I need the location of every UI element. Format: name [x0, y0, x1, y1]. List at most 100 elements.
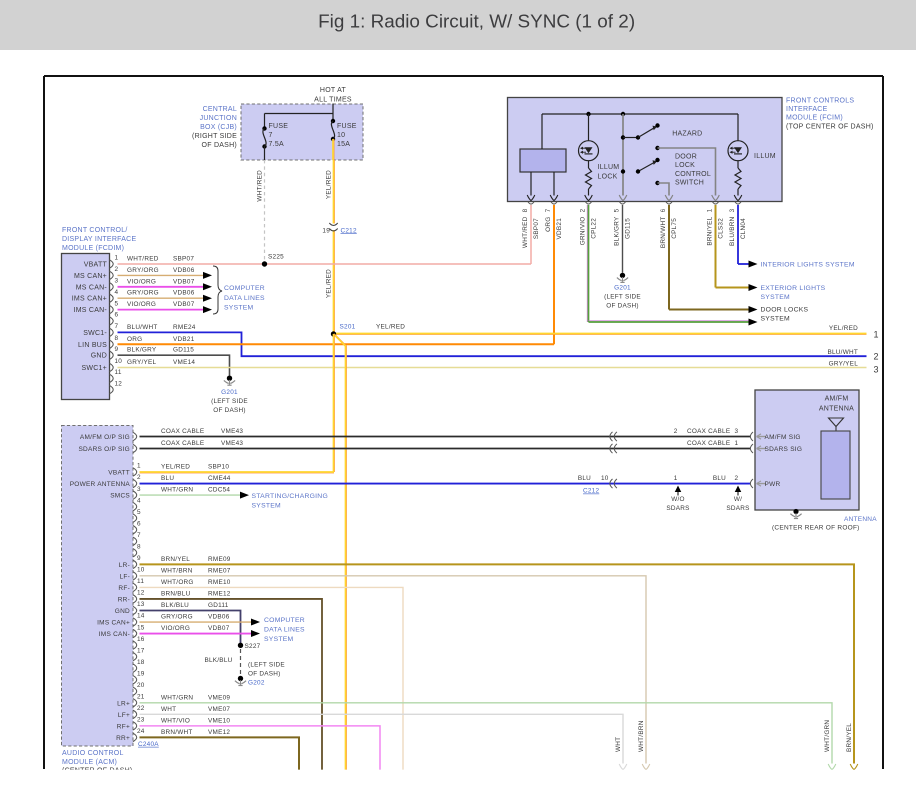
svg-text:VDB06: VDB06: [173, 267, 195, 274]
svg-text:BRN/WHT: BRN/WHT: [660, 217, 667, 249]
svg-text:COAX CABLE: COAX CABLE: [687, 428, 730, 435]
svg-text:COAX CABLE: COAX CABLE: [161, 440, 204, 447]
svg-text:WHT/RED: WHT/RED: [257, 170, 264, 202]
svg-text:GRY/ORG: GRY/ORG: [127, 290, 159, 297]
svg-text:C212: C212: [341, 227, 357, 234]
svg-text:BLK/GRY: BLK/GRY: [614, 216, 621, 246]
svg-text:3: 3: [735, 428, 739, 435]
svg-text:CME44: CME44: [208, 475, 231, 482]
svg-text:BRN/YEL: BRN/YEL: [707, 216, 714, 245]
svg-text:SWC1-: SWC1-: [83, 330, 107, 337]
svg-text:WHT/ORG: WHT/ORG: [161, 579, 194, 586]
svg-text:ORG: ORG: [127, 336, 142, 343]
svg-text:VDB21: VDB21: [556, 218, 563, 240]
svg-text:(RIGHT SIDE: (RIGHT SIDE: [192, 133, 237, 140]
svg-text:PWR: PWR: [765, 481, 781, 488]
svg-text:7.5A: 7.5A: [269, 141, 284, 148]
svg-text:9: 9: [137, 555, 141, 562]
svg-text:DOOR LOCKS: DOOR LOCKS: [761, 307, 809, 314]
svg-text:WHT/BRN: WHT/BRN: [638, 720, 645, 752]
svg-text:AM/FM O/P SIG: AM/FM O/P SIG: [80, 434, 130, 441]
svg-text:POWER ANTENNA: POWER ANTENNA: [70, 481, 131, 488]
svg-text:11: 11: [115, 369, 122, 376]
svg-text:SDARS: SDARS: [666, 505, 689, 512]
svg-text:S201: S201: [340, 324, 356, 331]
svg-text:WHT/GRN: WHT/GRN: [824, 720, 831, 752]
svg-text:VDB07: VDB07: [208, 625, 230, 632]
svg-text:(LEFT SIDE: (LEFT SIDE: [604, 294, 641, 301]
svg-text:COAX CABLE: COAX CABLE: [687, 440, 730, 447]
svg-text:Fig 1: Radio Circuit, W/ SYNC: Fig 1: Radio Circuit, W/ SYNC (1 of 2): [318, 12, 635, 33]
svg-text:IMS CAN+: IMS CAN+: [97, 620, 130, 627]
svg-text:SYSTEM: SYSTEM: [224, 305, 254, 312]
svg-text:SDARS O/P SIG: SDARS O/P SIG: [78, 446, 130, 453]
svg-text:IMS CAN-: IMS CAN-: [74, 307, 108, 314]
svg-text:G201: G201: [614, 285, 631, 292]
svg-text:4: 4: [115, 289, 119, 296]
svg-text:23: 23: [137, 717, 145, 724]
svg-text:BLU: BLU: [713, 475, 726, 482]
svg-text:MODULE (FCIM): MODULE (FCIM): [786, 115, 843, 122]
svg-text:LOCK: LOCK: [598, 174, 618, 181]
svg-text:YEL/RED: YEL/RED: [326, 170, 333, 199]
svg-text:12: 12: [137, 590, 145, 597]
svg-text:HAZARD: HAZARD: [672, 131, 702, 138]
svg-text:BRN/BLU: BRN/BLU: [161, 590, 191, 597]
svg-text:22: 22: [137, 705, 145, 712]
svg-text:CLS32: CLS32: [718, 218, 725, 239]
svg-text:VME43: VME43: [221, 440, 243, 447]
svg-text:VIO/ORG: VIO/ORG: [161, 625, 190, 632]
svg-text:9: 9: [115, 346, 119, 353]
svg-text:RME24: RME24: [173, 324, 196, 331]
svg-text:(CENTER REAR OF ROOF): (CENTER REAR OF ROOF): [772, 525, 860, 532]
svg-text:MS CAN-: MS CAN-: [76, 284, 108, 291]
svg-text:WHT: WHT: [161, 706, 176, 713]
svg-text:16: 16: [137, 636, 145, 643]
svg-text:ALL TIMES: ALL TIMES: [314, 97, 352, 104]
svg-text:24: 24: [137, 728, 145, 735]
svg-text:FRONT CONTROLS: FRONT CONTROLS: [786, 98, 854, 105]
svg-text:WHT/VIO: WHT/VIO: [161, 717, 190, 724]
svg-text:BRN/YEL: BRN/YEL: [161, 556, 190, 563]
svg-text:SBP07: SBP07: [173, 256, 194, 263]
svg-text:GRY/YEL: GRY/YEL: [127, 359, 157, 366]
svg-text:15A: 15A: [337, 141, 350, 148]
svg-text:CENTRAL: CENTRAL: [203, 106, 237, 113]
svg-text:VIO/ORG: VIO/ORG: [127, 278, 156, 285]
svg-text:CPL75: CPL75: [671, 218, 678, 239]
svg-text:6: 6: [115, 312, 119, 319]
svg-text:IMS CAN+: IMS CAN+: [72, 296, 107, 303]
svg-text:GND: GND: [115, 608, 130, 615]
svg-text:FUSE: FUSE: [337, 123, 357, 130]
svg-text:ANTENNA: ANTENNA: [819, 406, 854, 413]
svg-text:VME07: VME07: [208, 706, 230, 713]
svg-text:SYSTEM: SYSTEM: [761, 294, 791, 301]
svg-text:7: 7: [269, 132, 273, 139]
svg-text:INTERIOR LIGHTS SYSTEM: INTERIOR LIGHTS SYSTEM: [761, 262, 855, 269]
svg-text:2: 2: [735, 475, 739, 482]
svg-text:LIN BUS: LIN BUS: [78, 342, 107, 349]
svg-text:3: 3: [115, 278, 119, 285]
svg-text:7: 7: [137, 532, 141, 539]
svg-text:WHT: WHT: [615, 737, 622, 752]
svg-text:2: 2: [115, 266, 119, 273]
svg-text:5: 5: [115, 300, 119, 307]
svg-text:1: 1: [137, 463, 141, 470]
svg-text:MODULE (FCDIM): MODULE (FCDIM): [62, 245, 124, 252]
svg-text:YEL/RED: YEL/RED: [376, 324, 405, 331]
svg-text:JUNCTION: JUNCTION: [200, 115, 237, 122]
svg-text:EXTERIOR LIGHTS: EXTERIOR LIGHTS: [761, 285, 826, 292]
svg-text:SWC1+: SWC1+: [81, 365, 107, 372]
svg-text:WHT/RED: WHT/RED: [127, 256, 159, 263]
svg-text:BLU/WHT: BLU/WHT: [127, 324, 158, 331]
svg-text:COAX CABLE: COAX CABLE: [161, 428, 204, 435]
svg-text:RME07: RME07: [208, 567, 231, 574]
svg-text:10: 10: [601, 475, 609, 482]
svg-text:15: 15: [137, 624, 145, 631]
svg-text:WHT/RED: WHT/RED: [522, 216, 529, 248]
svg-text:VME12: VME12: [208, 729, 230, 736]
svg-text:7: 7: [115, 323, 119, 330]
svg-text:VDB21: VDB21: [173, 336, 195, 343]
svg-text:1: 1: [115, 255, 119, 262]
svg-text:DATA LINES: DATA LINES: [224, 295, 265, 302]
